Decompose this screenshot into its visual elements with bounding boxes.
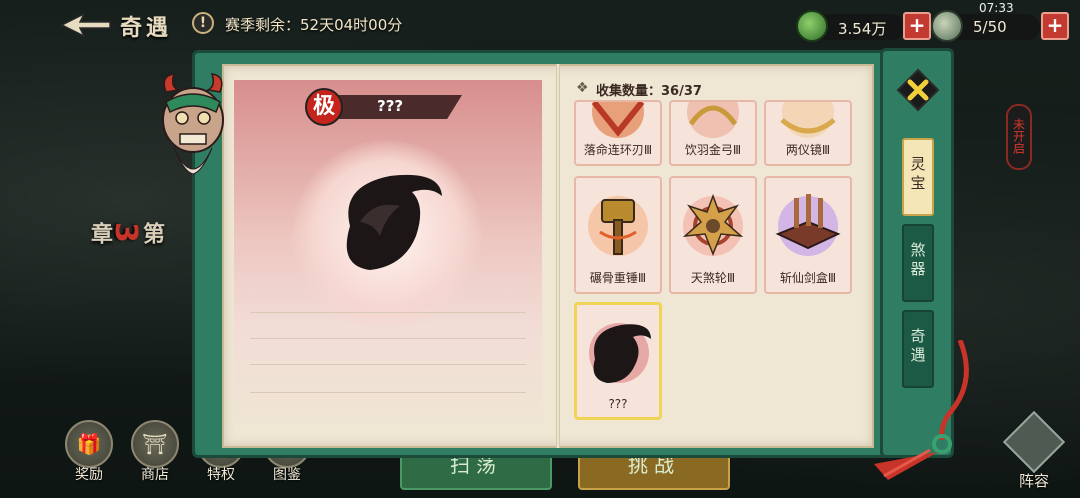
lineup-button[interactable]: 阵容	[1002, 410, 1066, 490]
add-stamina-button[interactable]: +	[1041, 12, 1069, 40]
lineup-label: 阵容	[1018, 472, 1049, 490]
stamina-resource: 5/50	[931, 10, 1040, 42]
nav-label: 图鉴	[273, 467, 301, 483]
divider	[250, 364, 526, 365]
sword-box-icon	[775, 194, 841, 256]
tab-lingbao[interactable]: 灵宝	[902, 138, 934, 216]
collection-count: 收集数量：36/37	[596, 84, 702, 99]
item-label: ???	[608, 397, 628, 411]
stamina-amount: 5/50	[973, 18, 1007, 36]
chapter-number: 3	[108, 222, 143, 243]
season-remaining: 赛季剩余：52天04时00分	[225, 16, 403, 34]
flag-icon	[1002, 410, 1066, 474]
collection-item[interactable]: 碾骨重锤Ⅲ	[574, 176, 662, 294]
stamina-icon	[931, 10, 963, 42]
tab-shaqi[interactable]: 煞器	[902, 224, 934, 302]
collection-item[interactable]: 天煞轮Ⅲ	[669, 176, 757, 294]
hammer-icon	[588, 196, 648, 256]
diamond-bullet-icon: ❖	[576, 80, 589, 96]
jade-amount: 3.54万	[838, 20, 887, 38]
locked-badge: 未开启	[1006, 104, 1032, 170]
collection-item-selected[interactable]: ???	[574, 302, 662, 420]
book-spine	[556, 64, 560, 448]
rank-badge: 极	[305, 88, 343, 126]
item-label: 碾骨重锤Ⅲ	[589, 271, 647, 285]
item-label: 落命连环刃Ⅲ	[583, 143, 653, 157]
item-label: 斩仙剑盒Ⅲ	[779, 271, 837, 285]
collection-item[interactable]: 饮羽金弓Ⅲ	[669, 100, 757, 166]
top-hud: 奇遇 ! 赛季剩余：52天04时00分 3.54万 + 07:33 5/50 +	[0, 0, 1080, 50]
page-title: 奇遇	[120, 16, 173, 41]
item-detail-card	[234, 80, 542, 430]
nav-label: 奖励	[75, 467, 103, 483]
back-arrow-icon	[60, 12, 111, 38]
chapter-suffix: 章	[87, 222, 112, 244]
add-jade-button[interactable]: +	[903, 12, 931, 40]
unknown-treasure-silhouette-icon	[346, 174, 442, 270]
locked-label: 未开启	[1011, 118, 1026, 154]
clock: 07:33	[979, 1, 1014, 15]
jade-icon	[796, 10, 828, 42]
unknown-treasure-icon	[589, 323, 651, 383]
tab-label: 灵宝	[908, 156, 927, 194]
shop-icon: ⛩	[131, 420, 179, 468]
collection-item[interactable]: 斩仙剑盒Ⅲ	[764, 176, 852, 294]
gift-icon: 🎁	[65, 420, 113, 468]
item-label: 饮羽金弓Ⅲ	[684, 143, 742, 157]
item-name: ???	[377, 97, 404, 115]
divider	[250, 312, 526, 313]
tassel-decoration	[874, 340, 969, 480]
item-label: 两仪镜Ⅲ	[785, 143, 831, 157]
divider	[250, 392, 526, 393]
collection-item[interactable]: 落命连环刃Ⅲ	[574, 100, 662, 166]
nav-label: 商店	[141, 467, 169, 483]
info-icon[interactable]: !	[192, 12, 214, 34]
divider	[250, 338, 526, 339]
close-icon[interactable]	[896, 68, 940, 112]
nav-label: 特权	[207, 467, 235, 483]
demon-mask-icon	[162, 73, 224, 175]
back-button[interactable]	[58, 10, 114, 40]
collection-item[interactable]: 两仪镜Ⅲ	[764, 100, 852, 166]
nav-shop-button[interactable]: ⛩ 商店	[128, 420, 182, 490]
nav-reward-button[interactable]: 🎁 奖励	[62, 420, 116, 490]
tab-label: 煞器	[908, 242, 927, 280]
sky-wheel-icon	[682, 193, 744, 257]
item-label: 天煞轮Ⅲ	[690, 271, 736, 285]
collection-grid: 落命连环刃Ⅲ 饮羽金弓Ⅲ 两仪镜Ⅲ 碾骨重锤Ⅲ 天煞轮Ⅲ 斩仙剑盒Ⅲ ???	[570, 100, 860, 430]
jade-resource: 3.54万	[796, 10, 905, 42]
chapter-indicator: 第 3 章	[87, 222, 164, 244]
